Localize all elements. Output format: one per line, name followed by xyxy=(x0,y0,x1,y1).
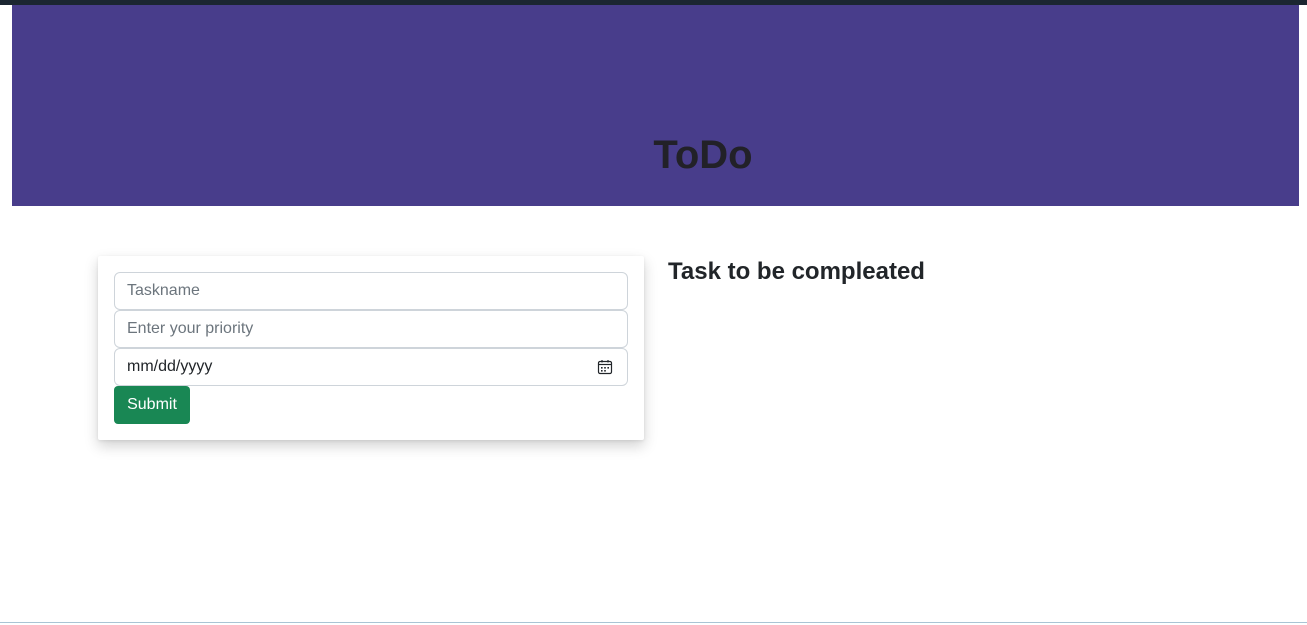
priority-input[interactable] xyxy=(114,310,628,348)
date-placeholder: mm/dd/yyyy xyxy=(127,358,213,375)
date-input[interactable]: mm/dd/yyyy xyxy=(114,348,628,386)
task-form-card: mm/dd/yyyy Submit xyxy=(98,256,644,440)
taskname-input[interactable] xyxy=(114,272,628,310)
page-title: ToDo xyxy=(653,133,753,177)
calendar-icon[interactable] xyxy=(597,359,613,375)
tasks-heading: Task to be compleated xyxy=(668,258,925,285)
bottom-divider xyxy=(0,622,1307,623)
submit-button[interactable]: Submit xyxy=(114,386,190,424)
app-header: ToDo xyxy=(12,5,1299,206)
